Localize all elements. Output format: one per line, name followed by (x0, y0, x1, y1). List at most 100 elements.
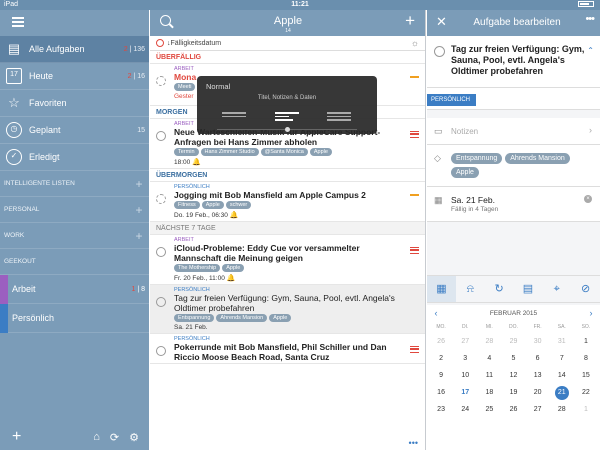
calendar-day[interactable]: 27 (453, 333, 477, 350)
sort-bar[interactable]: ↓Fälligkeitsdatum ☼ (150, 36, 425, 51)
calendar-day[interactable]: 14 (550, 367, 574, 384)
task-tag[interactable]: Apple (222, 264, 245, 272)
notes-row[interactable]: ▭ Notizen › (427, 118, 600, 145)
task-checkbox[interactable] (156, 194, 166, 204)
calendar-day[interactable]: 5 (501, 350, 525, 367)
list-row[interactable]: PERSÖNLICH (427, 88, 600, 110)
sidebar-item[interactable]: ☆ Favoriten (0, 90, 149, 117)
calendar-day[interactable]: 30 (526, 333, 550, 350)
calendar-day[interactable]: 11 (477, 367, 501, 384)
next-month-icon[interactable]: › (582, 308, 600, 318)
calendar-day[interactable]: 28 (477, 333, 501, 350)
calendar-day[interactable]: 21 (550, 384, 574, 401)
more-icon[interactable]: ••• (585, 13, 595, 25)
calendar-day[interactable]: 1 (574, 333, 598, 350)
tag-icon[interactable]: ⌂ (93, 431, 100, 444)
calendar-day[interactable]: 31 (550, 333, 574, 350)
sidebar-item[interactable]: ◷ Geplant 15 (0, 117, 149, 144)
task-tag[interactable]: Apple (201, 201, 224, 209)
task-checkbox[interactable] (156, 247, 166, 257)
calendar-day[interactable]: 8 (574, 350, 598, 367)
task-tag[interactable]: The Mothership (174, 264, 221, 272)
calendar-tab-icon[interactable]: ▦ (427, 276, 456, 302)
calendar-day[interactable]: 2 (429, 350, 453, 367)
calendar-day[interactable]: 25 (477, 401, 501, 418)
brightness-icon[interactable]: ☼ (411, 38, 419, 48)
close-icon[interactable]: ✕ (436, 14, 447, 30)
menu-icon[interactable] (12, 17, 24, 27)
clear-date-icon[interactable]: × (584, 195, 592, 203)
calendar-day[interactable]: 7 (550, 350, 574, 367)
calendar-day[interactable]: 3 (453, 350, 477, 367)
task-row[interactable]: PERSÖNLICH Jogging mit Bob Mansfield am … (150, 182, 425, 222)
sidebar-group-header[interactable]: INTELLIGENTE LISTEN + (0, 171, 149, 197)
task-checkbox[interactable] (156, 297, 166, 307)
task-row[interactable]: PERSÖNLICH Pokerrunde mit Bob Mansfield,… (150, 334, 425, 364)
task-tag[interactable]: @Santa Monica (260, 148, 308, 156)
tags-row[interactable]: ◇ Entspannung Ahrends Mansion Apple (427, 145, 600, 187)
sidebar-group-header[interactable]: PERSONAL + (0, 197, 149, 223)
calendar-day[interactable]: 6 (526, 350, 550, 367)
add-to-group-icon[interactable]: + (129, 177, 149, 191)
add-to-group-icon[interactable]: + (129, 203, 149, 217)
calendar-day[interactable]: 23 (429, 401, 453, 418)
settings-icon[interactable]: ⚙ (129, 431, 139, 444)
calendar-day[interactable]: 28 (550, 401, 574, 418)
detail-tag[interactable]: Apple (451, 167, 479, 178)
calendar-day[interactable]: 15 (574, 367, 598, 384)
calendar-day[interactable]: 29 (501, 333, 525, 350)
task-checkbox[interactable] (434, 46, 445, 57)
more-button[interactable]: ••• (150, 438, 426, 450)
calendar-day[interactable]: 13 (526, 367, 550, 384)
sidebar-item[interactable]: 17 Heute 2 | 16 (0, 63, 149, 90)
sidebar-group-header[interactable]: GEEKOUT (0, 249, 149, 275)
detail-tag[interactable]: Entspannung (451, 153, 503, 164)
calendar-day[interactable]: 18 (477, 384, 501, 401)
chevron-up-icon[interactable]: ⌃ (587, 46, 594, 55)
calendar-day[interactable]: 16 (429, 384, 453, 401)
task-tag[interactable]: Apple (269, 314, 292, 322)
task-tag[interactable]: Termin (174, 148, 199, 156)
sidebar-item[interactable]: ✓ Erledigt (0, 144, 149, 171)
task-row[interactable]: ARBEIT iCloud-Probleme: Eddy Cue vor ver… (150, 235, 425, 285)
sidebar-list-item[interactable]: Persönlich (0, 304, 149, 333)
sidebar-group-header[interactable]: WORK + (0, 223, 149, 249)
calendar-day[interactable]: 4 (477, 350, 501, 367)
detail-task-title[interactable]: Tag zur freien Verfügung: Gym, Sauna, Po… (451, 44, 594, 77)
calendar-day[interactable]: 1 (574, 401, 598, 418)
view-normal-option[interactable] (275, 112, 299, 123)
detail-tag[interactable]: Ahrends Mansion (505, 153, 570, 164)
task-tag[interactable]: schwer (225, 201, 252, 209)
calendar-day[interactable]: 26 (501, 401, 525, 418)
task-row-selected[interactable]: PERSÖNLICH Tag zur freien Verfügung: Gym… (150, 285, 425, 334)
add-to-group-icon[interactable]: + (129, 229, 149, 243)
calendar-day[interactable]: 10 (453, 367, 477, 384)
view-compact-option[interactable] (222, 112, 246, 119)
attachment-icon[interactable]: ⊘ (571, 276, 600, 302)
sidebar-list-item[interactable]: Arbeit 1 | 8 (0, 275, 149, 304)
view-slider-knob[interactable] (285, 127, 290, 132)
prev-month-icon[interactable]: ‹ (427, 308, 445, 318)
subtasks-icon[interactable]: ▤ (513, 276, 542, 302)
task-tag[interactable]: Apple (309, 148, 332, 156)
sidebar-item[interactable]: ▤ Alle Aufgaben 2 | 136 (0, 36, 149, 63)
task-tag[interactable]: Hans Zimmer Studio (200, 148, 259, 156)
task-checkbox[interactable] (156, 131, 166, 141)
location-icon[interactable]: ⌖ (542, 276, 571, 302)
view-expanded-option[interactable] (327, 112, 351, 123)
repeat-icon[interactable]: ↻ (485, 276, 514, 302)
calendar-day[interactable]: 12 (501, 367, 525, 384)
calendar-day[interactable]: 26 (429, 333, 453, 350)
task-checkbox[interactable] (156, 346, 166, 356)
list-badge[interactable]: PERSÖNLICH (427, 94, 477, 106)
task-tag[interactable]: Ahrends Mansion (216, 314, 268, 322)
reminder-bell-icon[interactable]: ⍾ (456, 276, 485, 302)
calendar-day[interactable]: 20 (526, 384, 550, 401)
task-checkbox[interactable] (156, 76, 166, 86)
calendar-day[interactable]: 27 (526, 401, 550, 418)
due-date-row[interactable]: ▦ Sa. 21 Feb. Fällig in 4 Tagen × (427, 187, 600, 222)
task-tag[interactable]: Entspannung (174, 314, 215, 322)
calendar-day[interactable]: 19 (501, 384, 525, 401)
sync-icon[interactable]: ⟳ (110, 431, 119, 444)
calendar-day[interactable]: 24 (453, 401, 477, 418)
